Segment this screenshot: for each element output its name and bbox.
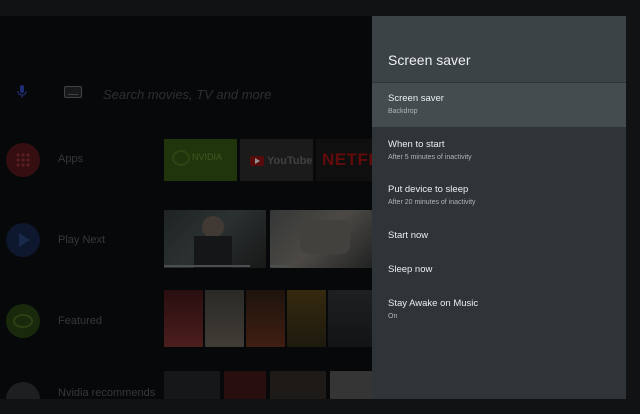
setting-item-subtitle: On [388,313,398,320]
screen-bezel-bottom [0,399,640,414]
setting-item-stay-awake-on-music[interactable]: Stay Awake on Music On [372,290,626,330]
panel-title: Screen saver [388,52,471,68]
screen-bezel-top [0,0,640,16]
setting-item-subtitle: After 5 minutes of inactivity [388,154,472,161]
setting-item-start-now[interactable]: Start now [372,222,626,250]
setting-item-title: Sleep now [388,264,433,275]
home-screen-background: Search movies, TV and more Apps NVIDIA Y… [0,16,372,399]
setting-item-title: Screen saver [388,93,444,104]
setting-item-sleep-now[interactable]: Sleep now [372,256,626,284]
setting-item-put-device-to-sleep[interactable]: Put device to sleep After 20 minutes of … [372,175,626,215]
setting-item-title: Stay Awake on Music [388,298,479,309]
setting-item-title: Put device to sleep [388,184,469,195]
screen-bezel-right [626,0,640,414]
setting-item-subtitle: Backdrop [388,108,418,115]
setting-item-title: Start now [388,230,429,241]
panel-header: Screen saver [372,16,626,82]
setting-item-screen-saver[interactable]: Screen saver Backdrop [372,83,626,127]
setting-item-title: When to start [388,139,445,150]
setting-item-when-to-start[interactable]: When to start After 5 minutes of inactiv… [372,130,626,170]
screen-saver-settings-panel: Screen saver Screen saver Backdrop When … [372,16,626,399]
setting-item-subtitle: After 20 minutes of inactivity [388,199,476,206]
dim-overlay [0,16,372,399]
